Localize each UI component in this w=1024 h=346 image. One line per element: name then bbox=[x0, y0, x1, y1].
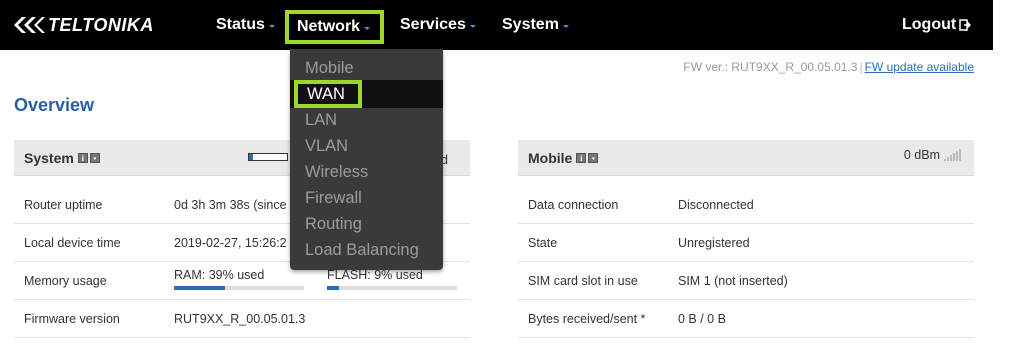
fw-separator: | bbox=[859, 60, 863, 74]
sim-slot-label: SIM card slot in use bbox=[528, 274, 638, 288]
flash-usage-bar bbox=[327, 286, 457, 290]
mobile-panel-header: Mobile i • 0 dBm bbox=[518, 140, 974, 176]
nav-network[interactable]: Network bbox=[285, 10, 384, 44]
menu-item-firewall[interactable]: Firewall bbox=[305, 186, 362, 210]
signal-bars-icon bbox=[944, 149, 962, 161]
network-dropdown-menu: Mobile WAN LAN VLAN Wireless Firewall Ro… bbox=[290, 49, 443, 270]
flash-usage-text: FLASH: 9% used bbox=[327, 268, 423, 282]
nav-system-label: System bbox=[502, 16, 559, 33]
menu-item-mobile[interactable]: Mobile bbox=[305, 56, 354, 80]
signal-value: 0 dBm bbox=[903, 148, 940, 162]
logo-text: TELTONIKA bbox=[48, 14, 154, 35]
fw-version-text: FW ver.: RUT9XX_R_00.05.01.3 bbox=[683, 60, 858, 74]
signal-strength: 0 dBm bbox=[904, 148, 962, 162]
mobile-row-data-connection: Data connection Disconnected bbox=[518, 186, 974, 224]
chevron-down-icon bbox=[268, 25, 275, 28]
mobile-panel-title: Mobile i • bbox=[528, 150, 599, 166]
settings-icon[interactable]: • bbox=[89, 153, 100, 163]
mobile-row-state: State Unregistered bbox=[518, 224, 974, 262]
top-navigation-bar: TELTONIKA Status Network Services System… bbox=[0, 0, 993, 50]
mobile-title-text: Mobile bbox=[528, 150, 573, 166]
logout-label: Logout bbox=[902, 16, 957, 33]
ram-usage-bar bbox=[174, 286, 304, 290]
state-label: State bbox=[528, 236, 558, 250]
uptime-label: Router uptime bbox=[24, 198, 103, 212]
data-connection-value: Disconnected bbox=[678, 198, 754, 212]
menu-item-wireless[interactable]: Wireless bbox=[305, 160, 368, 184]
bytes-label: Bytes received/sent * bbox=[528, 312, 646, 326]
menu-item-routing[interactable]: Routing bbox=[305, 212, 362, 236]
mobile-row-sim-slot: SIM card slot in use SIM 1 (not inserted… bbox=[518, 262, 974, 300]
sim-slot-value: SIM 1 (not inserted) bbox=[678, 274, 788, 288]
chevron-down-icon bbox=[469, 25, 476, 28]
menu-item-vlan[interactable]: VLAN bbox=[305, 134, 348, 158]
local-time-value: 2019-02-27, 15:26:2 bbox=[174, 236, 287, 250]
teltonika-logo-mark-icon bbox=[14, 17, 45, 33]
nav-network-label: Network bbox=[296, 18, 361, 35]
mobile-row-bytes: Bytes received/sent * 0 B / 0 B bbox=[518, 300, 974, 338]
local-time-label: Local device time bbox=[24, 236, 121, 250]
menu-item-lan[interactable]: LAN bbox=[305, 108, 337, 132]
page-title: Overview bbox=[14, 95, 95, 115]
nav-system[interactable]: System bbox=[502, 0, 569, 50]
logout-icon bbox=[959, 19, 972, 31]
settings-icon[interactable]: • bbox=[588, 153, 599, 163]
system-panel-title: System i • bbox=[24, 150, 100, 166]
firmware-value: RUT9XX_R_00.05.01.3 bbox=[174, 312, 306, 326]
system-status-bar-fill bbox=[249, 154, 253, 160]
memory-label: Memory usage bbox=[24, 274, 107, 288]
menu-item-wan[interactable]: WAN bbox=[294, 80, 362, 108]
teltonika-logo[interactable]: TELTONIKA bbox=[12, 11, 154, 39]
system-status-bar bbox=[248, 153, 288, 161]
chevron-down-icon bbox=[364, 27, 371, 30]
logout-button[interactable]: Logout bbox=[902, 0, 972, 50]
nav-services[interactable]: Services bbox=[400, 0, 476, 50]
state-value: Unregistered bbox=[678, 236, 750, 250]
system-row-firmware: Firmware version RUT9XX_R_00.05.01.3 bbox=[14, 300, 470, 338]
ram-usage-text: RAM: 39% used bbox=[174, 268, 265, 282]
flash-usage-fill bbox=[327, 286, 339, 290]
nav-status-label: Status bbox=[216, 16, 265, 33]
info-icon[interactable]: i bbox=[576, 153, 587, 163]
data-connection-label: Data connection bbox=[528, 198, 619, 212]
nav-services-label: Services bbox=[400, 16, 466, 33]
info-icon[interactable]: i bbox=[77, 153, 88, 163]
chevron-down-icon bbox=[562, 25, 569, 28]
system-title-text: System bbox=[24, 150, 74, 166]
nav-status[interactable]: Status bbox=[216, 0, 275, 50]
menu-item-load-balancing[interactable]: Load Balancing bbox=[305, 238, 419, 262]
uptime-value: 0d 3h 3m 38s (since bbox=[174, 198, 287, 212]
bytes-value: 0 B / 0 B bbox=[678, 312, 726, 326]
firmware-info: FW ver.: RUT9XX_R_00.05.01.3 | FW update a… bbox=[683, 60, 974, 74]
firmware-label: Firmware version bbox=[24, 312, 120, 326]
fw-update-link[interactable]: FW update available bbox=[865, 60, 974, 74]
ram-usage-fill bbox=[174, 286, 225, 290]
